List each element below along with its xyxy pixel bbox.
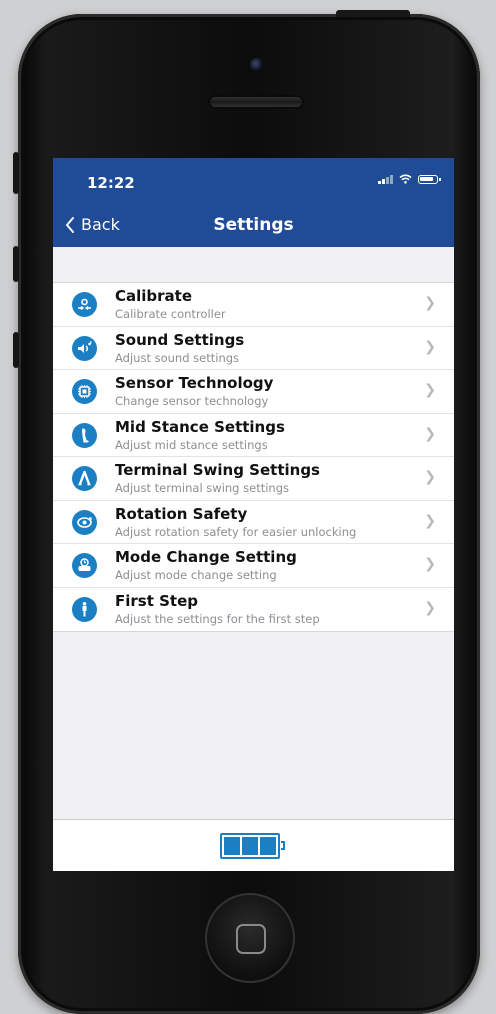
battery-cell (242, 837, 258, 855)
chevron-right-icon: ❯ (424, 512, 436, 529)
status-battery-icon (418, 174, 441, 184)
volume-up-button (13, 246, 19, 282)
row-title: Mode Change Setting (115, 548, 297, 566)
phone-screen: 12:22 Back Settings Calibrate Calibrate … (53, 158, 454, 871)
settings-row-terminal-swing[interactable]: Terminal Swing Settings Adjust terminal … (53, 457, 454, 501)
wifi-icon (399, 174, 412, 184)
battery-cell (224, 837, 240, 855)
chevron-right-icon: ❯ (424, 556, 436, 572)
chevron-right-icon: ❯ (424, 599, 436, 616)
settings-row-mid-stance[interactable]: Mid Stance Settings Adjust mid stance se… (53, 414, 454, 457)
settings-row-mode-change[interactable]: Mode Change Setting Adjust mode change s… (53, 544, 454, 588)
settings-row-sensor[interactable]: Sensor Technology Change sensor technolo… (53, 370, 454, 414)
settings-row-first-step[interactable]: First Step Adjust the settings for the f… (53, 588, 454, 632)
row-title: Calibrate (115, 287, 193, 305)
stride-icon (72, 466, 97, 491)
leg-icon (72, 422, 97, 448)
sensor-chip-icon (72, 379, 97, 404)
row-subtitle: Change sensor technology (115, 394, 269, 408)
chevron-right-icon: ❯ (424, 382, 436, 398)
volume-down-button (13, 332, 19, 368)
app-header: 12:22 Back Settings (53, 158, 454, 247)
battery-icon[interactable] (220, 833, 285, 859)
battery-cell (260, 837, 276, 855)
row-subtitle: Adjust sound settings (115, 350, 240, 365)
chevron-right-icon: ❯ (424, 469, 436, 485)
settings-row-rotation-safety[interactable]: Rotation Safety Adjust rotation safety f… (53, 501, 454, 544)
sound-icon (72, 335, 97, 361)
row-subtitle: Calibrate controller (115, 307, 226, 321)
row-subtitle: Adjust mid stance settings (115, 437, 268, 452)
row-title: Sensor Technology (115, 374, 274, 392)
row-title: Rotation Safety (115, 504, 248, 523)
row-title: Terminal Swing Settings (115, 461, 320, 479)
first-step-icon (72, 596, 97, 622)
home-square-icon (236, 924, 266, 954)
row-title: Sound Settings (115, 330, 245, 349)
page-title: Settings (213, 215, 294, 235)
row-title: Mid Stance Settings (115, 417, 285, 436)
bottom-bar (53, 819, 454, 871)
row-subtitle: Adjust terminal swing settings (115, 481, 289, 495)
chevron-right-icon: ❯ (424, 338, 436, 355)
chevron-right-icon: ❯ (424, 425, 436, 442)
settings-row-sound[interactable]: Sound Settings Adjust sound settings ❯ (53, 327, 454, 370)
signal-icon (378, 174, 393, 184)
front-camera (250, 58, 264, 72)
earpiece-speaker (208, 95, 304, 109)
status-icons (378, 174, 441, 184)
battery-tip (281, 841, 285, 850)
row-subtitle: Adjust rotation safety for easier unlock… (115, 524, 357, 539)
status-time: 12:22 (87, 174, 135, 192)
power-button (336, 10, 410, 17)
row-subtitle: Adjust mode change setting (115, 568, 277, 582)
calibrate-icon (72, 292, 97, 317)
mute-switch (13, 152, 19, 194)
chevron-right-icon: ❯ (424, 295, 436, 311)
rotation-icon (72, 509, 97, 535)
settings-list: Calibrate Calibrate controller ❯ Sound S… (53, 282, 454, 632)
mode-change-icon (72, 553, 97, 578)
row-subtitle: Adjust the settings for the first step (115, 611, 320, 626)
settings-row-calibrate[interactable]: Calibrate Calibrate controller ❯ (53, 283, 454, 327)
row-title: First Step (115, 591, 198, 610)
home-button[interactable] (205, 893, 295, 983)
